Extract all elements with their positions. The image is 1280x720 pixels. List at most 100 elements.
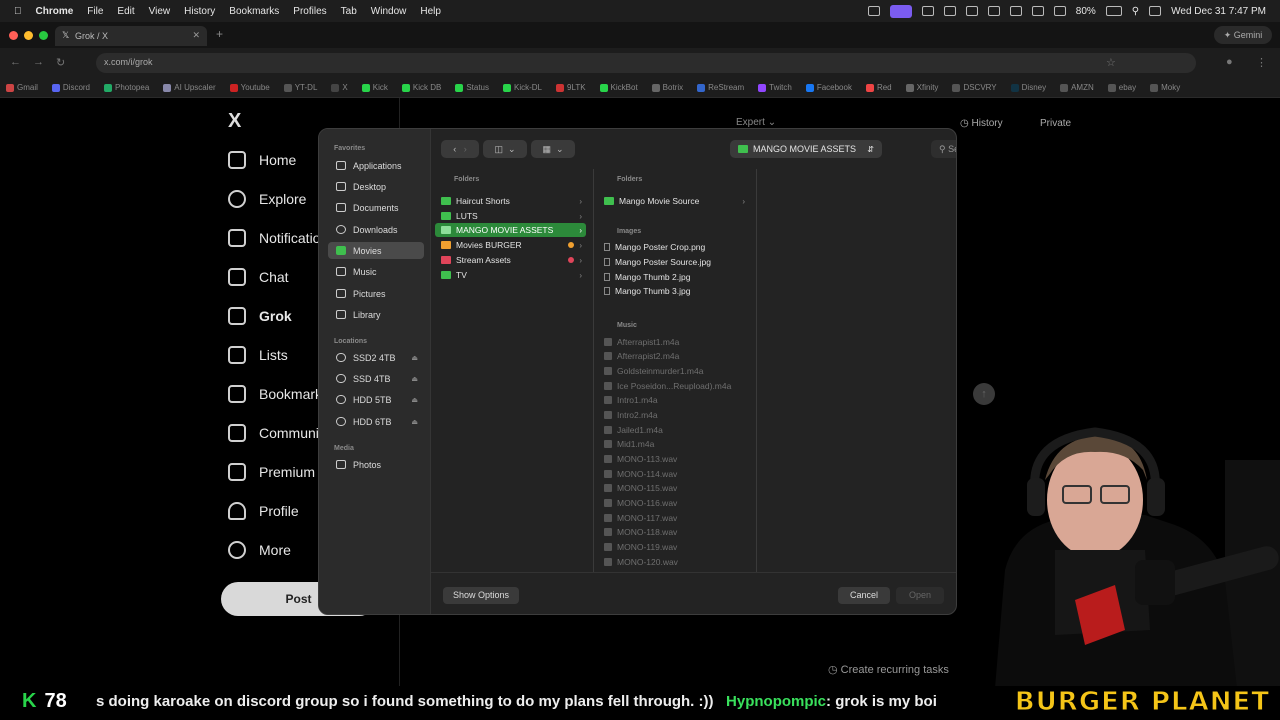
close-tab-icon[interactable]: ✕	[192, 30, 200, 41]
bookmark-item[interactable]: Discord	[51, 83, 90, 92]
battery-icon[interactable]	[1105, 6, 1122, 16]
status-icon[interactable]	[943, 6, 956, 16]
file-row[interactable]: Mango Thumb 3.jpg	[598, 284, 749, 298]
eject-icon[interactable]: ⏏	[411, 354, 418, 362]
bookmark-item[interactable]: Kick	[361, 83, 388, 92]
file-row[interactable]: Mango Poster Crop.png	[598, 240, 749, 254]
close-window-button[interactable]	[9, 31, 18, 40]
chevron-left-icon[interactable]: ‹	[453, 144, 456, 154]
open-button[interactable]: Open	[896, 587, 944, 604]
bookmark-item[interactable]: 9LTK	[556, 83, 586, 92]
nav-bookmarks[interactable]: Bookmarks	[228, 379, 329, 409]
folder-row[interactable]: Haircut Shorts ›	[435, 194, 586, 208]
model-selector[interactable]: Expert ⌄	[736, 117, 776, 128]
folder-row[interactable]: Movies BURGER ›	[435, 238, 586, 252]
bookmark-item[interactable]: Kick-DL	[503, 83, 542, 92]
bookmark-item[interactable]: Kick DB	[401, 83, 441, 92]
sidebar-item-applications[interactable]: Applications	[328, 157, 424, 174]
eject-icon[interactable]: ⏏	[411, 375, 418, 383]
sidebar-item-music[interactable]: Music	[328, 263, 424, 280]
bookmark-item[interactable]: YT-DL	[283, 83, 317, 92]
bookmark-item[interactable]: Xfinity	[905, 83, 938, 92]
sidebar-item-downloads[interactable]: Downloads	[328, 221, 424, 238]
sidebar-item-movies[interactable]: Movies	[328, 242, 424, 259]
reload-icon[interactable]: ↻	[56, 56, 65, 69]
sidebar-item-documents[interactable]: Documents	[328, 199, 424, 216]
sidebar-item-drive[interactable]: SSD2 4TB ⏏	[328, 349, 424, 366]
x-logo[interactable]: X	[228, 110, 241, 133]
bluetooth-icon[interactable]	[1031, 6, 1044, 16]
clock[interactable]: Wed Dec 31 7:47 PM	[1171, 6, 1266, 17]
bookmark-item[interactable]: Status	[455, 83, 489, 92]
bookmark-item[interactable]: DSCVRY	[952, 83, 997, 92]
bookmark-item[interactable]: Gmail	[6, 83, 38, 92]
eject-icon[interactable]: ⏏	[411, 396, 418, 404]
recurring-tasks-link[interactable]: ◷ Create recurring tasks	[828, 663, 949, 676]
back-icon[interactable]: ←	[10, 56, 21, 68]
bookmark-item[interactable]: Red	[865, 83, 892, 92]
bookmark-item[interactable]: Youtube	[229, 83, 270, 92]
bookmark-item[interactable]: Moky	[1150, 83, 1180, 92]
nav-more[interactable]: More	[228, 535, 291, 565]
display-icon[interactable]	[1009, 6, 1022, 16]
menu-tab[interactable]: Tab	[341, 6, 357, 17]
bookmark-item[interactable]: AMZN	[1060, 83, 1094, 92]
bookmark-item[interactable]: AI Upscaler	[163, 83, 216, 92]
bookmark-item[interactable]: Disney	[1010, 83, 1046, 92]
file-row[interactable]: Mango Thumb 2.jpg	[598, 270, 749, 284]
menu-view[interactable]: View	[149, 6, 171, 17]
file-row[interactable]: Mango Poster Source.jpg	[598, 255, 749, 269]
volume-icon[interactable]	[987, 6, 1000, 16]
nav-profile[interactable]: Profile	[228, 496, 299, 526]
location-popup[interactable]: MANGO MOVIE ASSETS ⇵	[730, 140, 882, 158]
nav-premium[interactable]: Premium	[228, 457, 315, 487]
play-icon[interactable]	[965, 6, 978, 16]
sidebar-item-drive[interactable]: SSD 4TB ⏏	[328, 370, 424, 387]
gemini-button[interactable]: ✦ Gemini	[1214, 26, 1272, 44]
nav-lists[interactable]: Lists	[228, 340, 288, 370]
sidebar-item-photos[interactable]: Photos	[328, 456, 424, 473]
nav-grok[interactable]: Grok	[228, 301, 292, 331]
column-view-button[interactable]: ◫ ⌄	[483, 140, 527, 158]
menu-edit[interactable]: Edit	[117, 6, 134, 17]
menu-profiles[interactable]: Profiles	[293, 6, 326, 17]
menu-window[interactable]: Window	[371, 6, 407, 17]
folder-row[interactable]: LUTS ›	[435, 209, 586, 223]
chevron-right-icon[interactable]: ›	[464, 144, 467, 154]
bookmark-item[interactable]: Photopea	[104, 83, 149, 92]
sidebar-item-drive[interactable]: HDD 5TB ⏏	[328, 391, 424, 408]
new-tab-icon[interactable]: +	[216, 27, 223, 41]
menu-help[interactable]: Help	[420, 6, 441, 17]
bookmark-item[interactable]: Botrix	[651, 83, 683, 92]
sidebar-item-desktop[interactable]: Desktop	[328, 178, 424, 195]
menu-file[interactable]: File	[87, 6, 103, 17]
bookmark-item[interactable]: X	[331, 83, 348, 92]
bookmark-item[interactable]: KickBot	[599, 83, 638, 92]
nav-explore[interactable]: Explore	[228, 184, 306, 214]
bookmark-star-icon[interactable]: ☆	[1106, 56, 1116, 69]
bookmark-item[interactable]: ebay	[1107, 83, 1136, 92]
sidebar-item-library[interactable]: Library	[328, 306, 424, 323]
eject-icon[interactable]: ⏏	[411, 418, 418, 426]
folder-row[interactable]: Mango Movie Source ›	[598, 194, 749, 208]
browser-tab[interactable]: 𝕏 Grok / X ✕	[55, 26, 207, 46]
status-icon[interactable]	[867, 6, 880, 16]
extension-icon[interactable]: ●	[1226, 56, 1233, 68]
sidebar-item-pictures[interactable]: Pictures	[328, 285, 424, 302]
show-options-button[interactable]: Show Options	[443, 587, 519, 604]
address-bar[interactable]: x.com/i/grok	[96, 53, 1196, 73]
bookmark-item[interactable]: ReStream	[697, 83, 744, 92]
bookmark-item[interactable]: Facebook	[805, 83, 852, 92]
control-center-icon[interactable]	[1149, 6, 1162, 16]
forward-icon[interactable]: →	[33, 56, 44, 68]
minimize-window-button[interactable]	[24, 31, 33, 40]
menu-history[interactable]: History	[184, 6, 215, 17]
search-input[interactable]: ⚲ Search	[931, 140, 956, 158]
nav-home[interactable]: Home	[228, 145, 296, 175]
menu-bookmarks[interactable]: Bookmarks	[229, 6, 279, 17]
apple-icon[interactable]: 	[14, 6, 22, 17]
screen-share-icon[interactable]	[889, 4, 912, 18]
send-button[interactable]: ↑	[973, 383, 995, 405]
browser-menu-icon[interactable]: ⋮	[1256, 56, 1267, 69]
menu-app-name[interactable]: Chrome	[36, 6, 74, 17]
